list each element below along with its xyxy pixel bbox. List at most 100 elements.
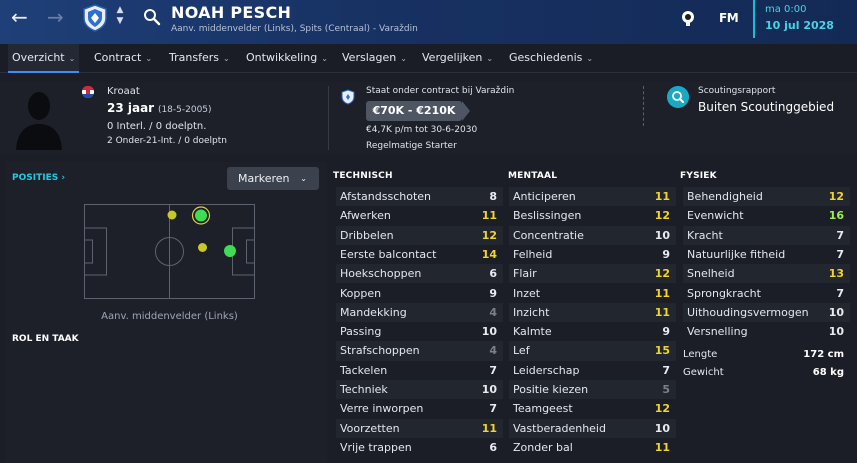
attribute-row[interactable]: Strafschoppen 4 (336, 341, 503, 361)
attribute-row[interactable]: Dribbelen 12 (336, 225, 503, 245)
attribute-name: Zonder bal (513, 440, 573, 454)
position-marker-am-centre (198, 243, 207, 252)
attribute-row[interactable]: Afwerken 11 (336, 206, 503, 226)
attribute-value: 5 (662, 383, 670, 396)
back-arrow-icon[interactable]: ← (11, 7, 28, 27)
attribute-row[interactable]: Tackelen 7 (336, 360, 503, 380)
attribute-value: 11 (654, 190, 670, 203)
attribute-row[interactable]: Afstandsschoten 8 (336, 187, 503, 207)
attribute-row[interactable]: Sprongkracht 7 (683, 283, 850, 303)
attribute-row[interactable]: Voorzetten 11 (336, 418, 503, 438)
tab-ontwikkeling[interactable]: Ontwikkeling ⌄ (242, 44, 332, 73)
attribute-value: 11 (481, 209, 497, 223)
attribute-name: Anticiperen (513, 190, 576, 203)
attribute-row[interactable]: Vastberadenheid 10 (509, 418, 676, 438)
attribute-value: 15 (654, 344, 670, 358)
attribute-name: Kracht (687, 228, 723, 242)
club-badge-icon[interactable] (82, 4, 108, 32)
attribute-value: 8 (489, 190, 497, 203)
scouting-search-icon[interactable] (667, 86, 689, 108)
attribute-name: Lef (513, 344, 530, 358)
attribute-value: 14 (481, 247, 497, 261)
position-marker-amc-left-fill (195, 209, 207, 222)
nationality: Kroaat (107, 86, 140, 97)
attribute-value: 4 (489, 344, 497, 358)
tab-overzicht[interactable]: Overzicht ⌄ (8, 44, 80, 73)
attribute-name: Teamgeest (513, 402, 573, 416)
attribute-row[interactable]: Lef 15 (509, 341, 676, 361)
chevron-down-icon: ⌄ (68, 54, 76, 63)
club-badge-small-icon (341, 89, 355, 105)
fm-logo[interactable]: FM (719, 11, 739, 25)
date-continue-button[interactable]: ma 0:00 10 jul 2028 (753, 0, 857, 38)
transfer-value-badge[interactable]: €70K - €210K (366, 101, 462, 121)
divider (643, 86, 644, 126)
attribute-row[interactable]: Inzicht 11 (509, 302, 676, 323)
attribute-row[interactable]: Mandekking 4 (336, 302, 503, 323)
attribute-name: Mandekking (340, 305, 407, 319)
attribute-row[interactable]: Felheid 9 (509, 244, 676, 265)
attribute-row[interactable]: Evenwicht 16 (683, 206, 850, 226)
forward-arrow-icon[interactable]: → (47, 7, 64, 27)
tab-vergelijken[interactable]: Vergelijken ⌄ (418, 44, 497, 73)
role-duty-title: ROL EN TAAK (12, 334, 79, 344)
attribute-row[interactable]: Versnelling 10 (683, 322, 850, 342)
chevron-down-icon: ⌄ (486, 54, 494, 63)
attribute-row[interactable]: Snelheid 13 (683, 264, 850, 284)
attribute-row[interactable]: Vrije trappen 6 (336, 437, 503, 458)
attribute-row[interactable]: Koppen 9 (336, 283, 503, 303)
attribute-row[interactable]: Anticiperen 11 (509, 187, 676, 207)
international-caps: 0 Interl. / 0 doelptn. (107, 121, 207, 132)
scouting-title: Scoutingsrapport (698, 86, 776, 96)
attribute-name: Natuurlijke fitheid (687, 247, 786, 261)
competition-badge-icon[interactable] (679, 9, 697, 27)
attribute-name: Afwerken (340, 209, 391, 223)
attribute-row[interactable]: Uithoudingsvermogen 10 (683, 302, 850, 323)
tab-geschiedenis[interactable]: Geschiedenis ⌄ (505, 44, 597, 73)
chevron-down-icon: ⌄ (400, 54, 407, 63)
attribute-value: 12 (654, 267, 670, 281)
date-day: ma 0:00 (765, 4, 807, 15)
chevron-down-icon: ⌄ (321, 54, 328, 63)
search-icon[interactable] (143, 8, 161, 26)
positions-title-link[interactable]: POSITIES › (12, 173, 65, 183)
contract-wage: €4,7K p/m tot 30-6-2030 (366, 125, 478, 135)
attribute-name: Flair (513, 267, 537, 281)
attribute-row[interactable]: Verre inworpen 7 (336, 399, 503, 419)
attribute-row[interactable]: Zonder bal 11 (509, 437, 676, 458)
attribute-name: Afstandsschoten (340, 190, 432, 203)
attribute-row[interactable]: Beslissingen 12 (509, 206, 676, 226)
date-full: 10 jul 2028 (765, 19, 834, 32)
attribute-row[interactable]: Hoekschoppen 6 (336, 264, 503, 284)
attribute-row[interactable]: Techniek 10 (336, 380, 503, 400)
attribute-value: 10 (481, 325, 497, 339)
attribute-row[interactable]: Positie kiezen 5 (509, 380, 676, 400)
markeren-dropdown[interactable]: Markeren ⌄ (227, 167, 319, 190)
attribute-row[interactable]: Kracht 7 (683, 225, 850, 245)
attribute-name: Passing (340, 325, 382, 339)
attribute-row[interactable]: Concentratie 10 (509, 225, 676, 245)
player-switch-updown-icon[interactable]: ▲ ▼ (114, 5, 126, 27)
scouting-value[interactable]: Buiten Scoutinggebied (698, 100, 834, 114)
attribute-row[interactable]: Leiderschap 7 (509, 360, 676, 380)
attribute-row[interactable]: Teamgeest 12 (509, 399, 676, 419)
attribute-value: 7 (836, 228, 844, 242)
attribute-row[interactable]: Eerste balcontact 14 (336, 244, 503, 265)
chevron-down-icon: ⌄ (586, 54, 594, 63)
attribute-value: 16 (828, 209, 844, 223)
attribute-name: Dribbelen (340, 228, 394, 242)
attribute-value: 10 (654, 421, 670, 435)
attribute-row[interactable]: Kalmte 9 (509, 322, 676, 342)
croatia-flag-icon (82, 86, 94, 98)
date-of-birth: (18-5-2005) (157, 105, 212, 115)
player-name: NOAH PESCH (171, 3, 292, 22)
attribute-row[interactable]: Passing 10 (336, 322, 503, 342)
tab-contract[interactable]: Contract ⌄ (90, 44, 156, 73)
attribute-row[interactable]: Behendigheid 12 (683, 187, 850, 207)
attribute-row[interactable]: Natuurlijke fitheid 7 (683, 244, 850, 265)
attribute-row[interactable]: Flair 12 (509, 264, 676, 284)
tab-verslagen[interactable]: Verslagen ⌄ (338, 44, 411, 73)
tab-transfers[interactable]: Transfers ⌄ (165, 44, 234, 73)
attribute-name: Hoekschoppen (340, 267, 422, 281)
attribute-row[interactable]: Inzet 11 (509, 283, 676, 303)
